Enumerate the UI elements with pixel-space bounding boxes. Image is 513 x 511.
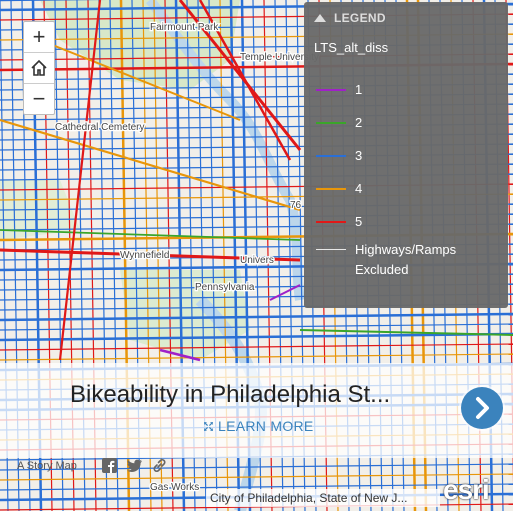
legend-swatch xyxy=(316,220,346,223)
legend-item: 2 xyxy=(304,106,508,139)
twitter-icon[interactable] xyxy=(127,458,142,473)
zoom-in-button[interactable]: + xyxy=(24,22,54,53)
legend-item-label: 2 xyxy=(355,115,363,130)
legend-item: 4 xyxy=(304,172,508,205)
next-button[interactable] xyxy=(461,387,503,429)
map-label: 76 xyxy=(290,200,302,211)
legend-item: 1 xyxy=(304,73,508,106)
story-footer: A Story Map xyxy=(0,455,200,477)
legend-swatch xyxy=(316,88,346,91)
legend-swatch xyxy=(316,121,346,124)
legend-item-label: 1 xyxy=(355,82,363,97)
map-attribution: City of Philadelphia, State of New J... xyxy=(206,489,440,507)
link-icon[interactable] xyxy=(152,458,167,473)
story-map-label[interactable]: A Story Map xyxy=(17,460,77,472)
caret-up-icon xyxy=(314,14,326,22)
chevron-right-icon xyxy=(476,397,489,419)
map-label: Fairmount Park xyxy=(150,22,219,33)
story-banner: Bikeability in Philadelphia St... LEARN … xyxy=(0,363,513,458)
legend-swatch xyxy=(316,187,346,190)
legend-item-label: 4 xyxy=(355,181,363,196)
legend-swatch xyxy=(316,249,346,250)
legend-item: Highways/Ramps Excluded xyxy=(304,238,508,284)
map-label: Wynnefield xyxy=(120,250,169,261)
legend-item-label: Highways/Ramps Excluded xyxy=(355,242,457,277)
story-title: Bikeability in Philadelphia St... xyxy=(70,381,391,408)
zoom-controls: + − xyxy=(23,21,55,115)
expand-icon xyxy=(204,421,213,431)
map-label: Gas Works xyxy=(150,482,199,493)
learn-more-label: LEARN MORE xyxy=(218,418,314,434)
minus-icon: − xyxy=(32,86,46,111)
legend-header: LEGEND xyxy=(334,11,386,25)
legend-item-label: 5 xyxy=(355,214,363,229)
map-label: Cathedral Cemetery xyxy=(55,122,144,133)
legend-panel: LEGEND LTS_alt_diss 1 2 3 4 5 Highways/R… xyxy=(304,2,508,308)
legend-item-label: 3 xyxy=(355,148,363,163)
map-label: Pennsylvania xyxy=(195,282,255,293)
home-button[interactable] xyxy=(24,53,54,84)
esri-logo: esri xyxy=(443,474,490,505)
facebook-icon[interactable] xyxy=(102,458,117,473)
legend-swatch xyxy=(316,154,346,157)
legend-layer-title: LTS_alt_diss xyxy=(314,40,389,55)
learn-more-link[interactable]: LEARN MORE xyxy=(204,418,314,434)
legend-items: 1 2 3 4 5 Highways/Ramps Excluded xyxy=(304,73,508,284)
zoom-out-button[interactable]: − xyxy=(24,84,54,114)
legend-toggle[interactable]: LEGEND xyxy=(304,2,508,34)
map-label: Univers xyxy=(240,255,274,266)
plus-icon: + xyxy=(32,24,46,49)
legend-item: 5 xyxy=(304,205,508,238)
legend-item: 3 xyxy=(304,139,508,172)
home-icon xyxy=(31,59,47,76)
